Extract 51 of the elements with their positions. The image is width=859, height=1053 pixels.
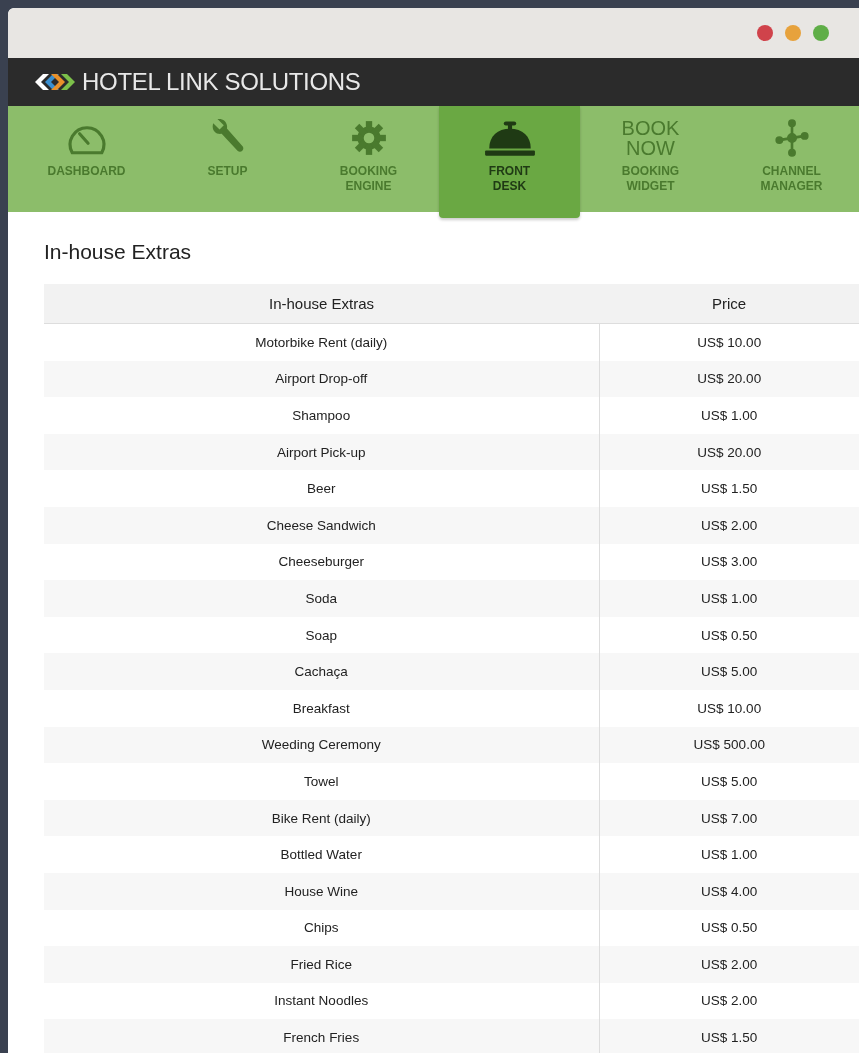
nav-tab[interactable]: FRONT DESK	[439, 106, 580, 218]
table-cell: US$ 2.00	[599, 946, 859, 983]
app-title: HOTEL LINK SOLUTIONS	[82, 68, 361, 96]
table-cell: Bike Rent (daily)	[44, 799, 599, 837]
table-cell: Beer	[44, 470, 599, 507]
table-cell: US$ 0.50	[599, 616, 859, 654]
table-cell: Cachaça	[44, 653, 599, 690]
table-cell: French Fries	[44, 1019, 599, 1053]
column-header: In-house Extras	[44, 284, 599, 324]
nav-tab[interactable]: BOOKING ENGINE	[298, 106, 439, 212]
table-cell: US$ 1.00	[599, 836, 859, 873]
book-now-label: BOOK NOW	[620, 118, 681, 158]
close-button[interactable]	[757, 25, 773, 41]
table-cell: Towel	[44, 763, 599, 800]
service-bell-icon	[482, 119, 537, 157]
table-cell: US$ 2.00	[599, 982, 859, 1020]
table-cell: US$ 5.00	[599, 653, 859, 690]
nav-tab[interactable]: DASHBOARD	[16, 106, 157, 212]
table-cell: Airport Drop-off	[44, 360, 599, 398]
table-cell: US$ 2.00	[599, 506, 859, 544]
table-cell: US$ 3.00	[599, 543, 859, 581]
table-cell: US$ 7.00	[599, 799, 859, 837]
table-cell: US$ 1.50	[599, 470, 859, 507]
table-cell: Weeding Ceremony	[44, 726, 599, 764]
table-cell: Fried Rice	[44, 946, 599, 983]
table-cell: Cheese Sandwich	[44, 506, 599, 544]
table-cell: US$ 20.00	[599, 433, 859, 471]
page-title: In-house Extras	[44, 240, 193, 264]
table-cell: Bottled Water	[44, 836, 599, 873]
table-cell: Breakfast	[44, 689, 599, 727]
table-cell: US$ 10.00	[599, 323, 859, 361]
table-cell: US$ 500.00	[599, 726, 859, 764]
nav-tab[interactable]: BOOK NOW BOOKING WIDGET	[580, 106, 721, 212]
table-cell: US$ 5.00	[599, 763, 859, 800]
table-cell: Soda	[44, 580, 599, 617]
zoom-button[interactable]	[813, 25, 829, 41]
nav-tab[interactable]: CHANNEL MANAGER	[721, 106, 859, 212]
table-cell: US$ 0.50	[599, 909, 859, 947]
nav-tab[interactable]: SETUP	[157, 106, 298, 212]
table-cell: US$ 1.00	[599, 580, 859, 617]
table-cell: Motorbike Rent (daily)	[44, 323, 599, 361]
table-cell: House Wine	[44, 872, 599, 910]
table-cell: US$ 1.50	[599, 1019, 859, 1053]
table-cell: US$ 20.00	[599, 360, 859, 398]
column-header: Price	[599, 284, 859, 324]
table-cell: US$ 10.00	[599, 689, 859, 727]
table-cell: Airport Pick-up	[44, 433, 599, 471]
table-cell: US$ 4.00	[599, 872, 859, 910]
table-cell: US$ 1.00	[599, 397, 859, 434]
table-cell: Shampoo	[44, 397, 599, 434]
minimize-button[interactable]	[785, 25, 801, 41]
